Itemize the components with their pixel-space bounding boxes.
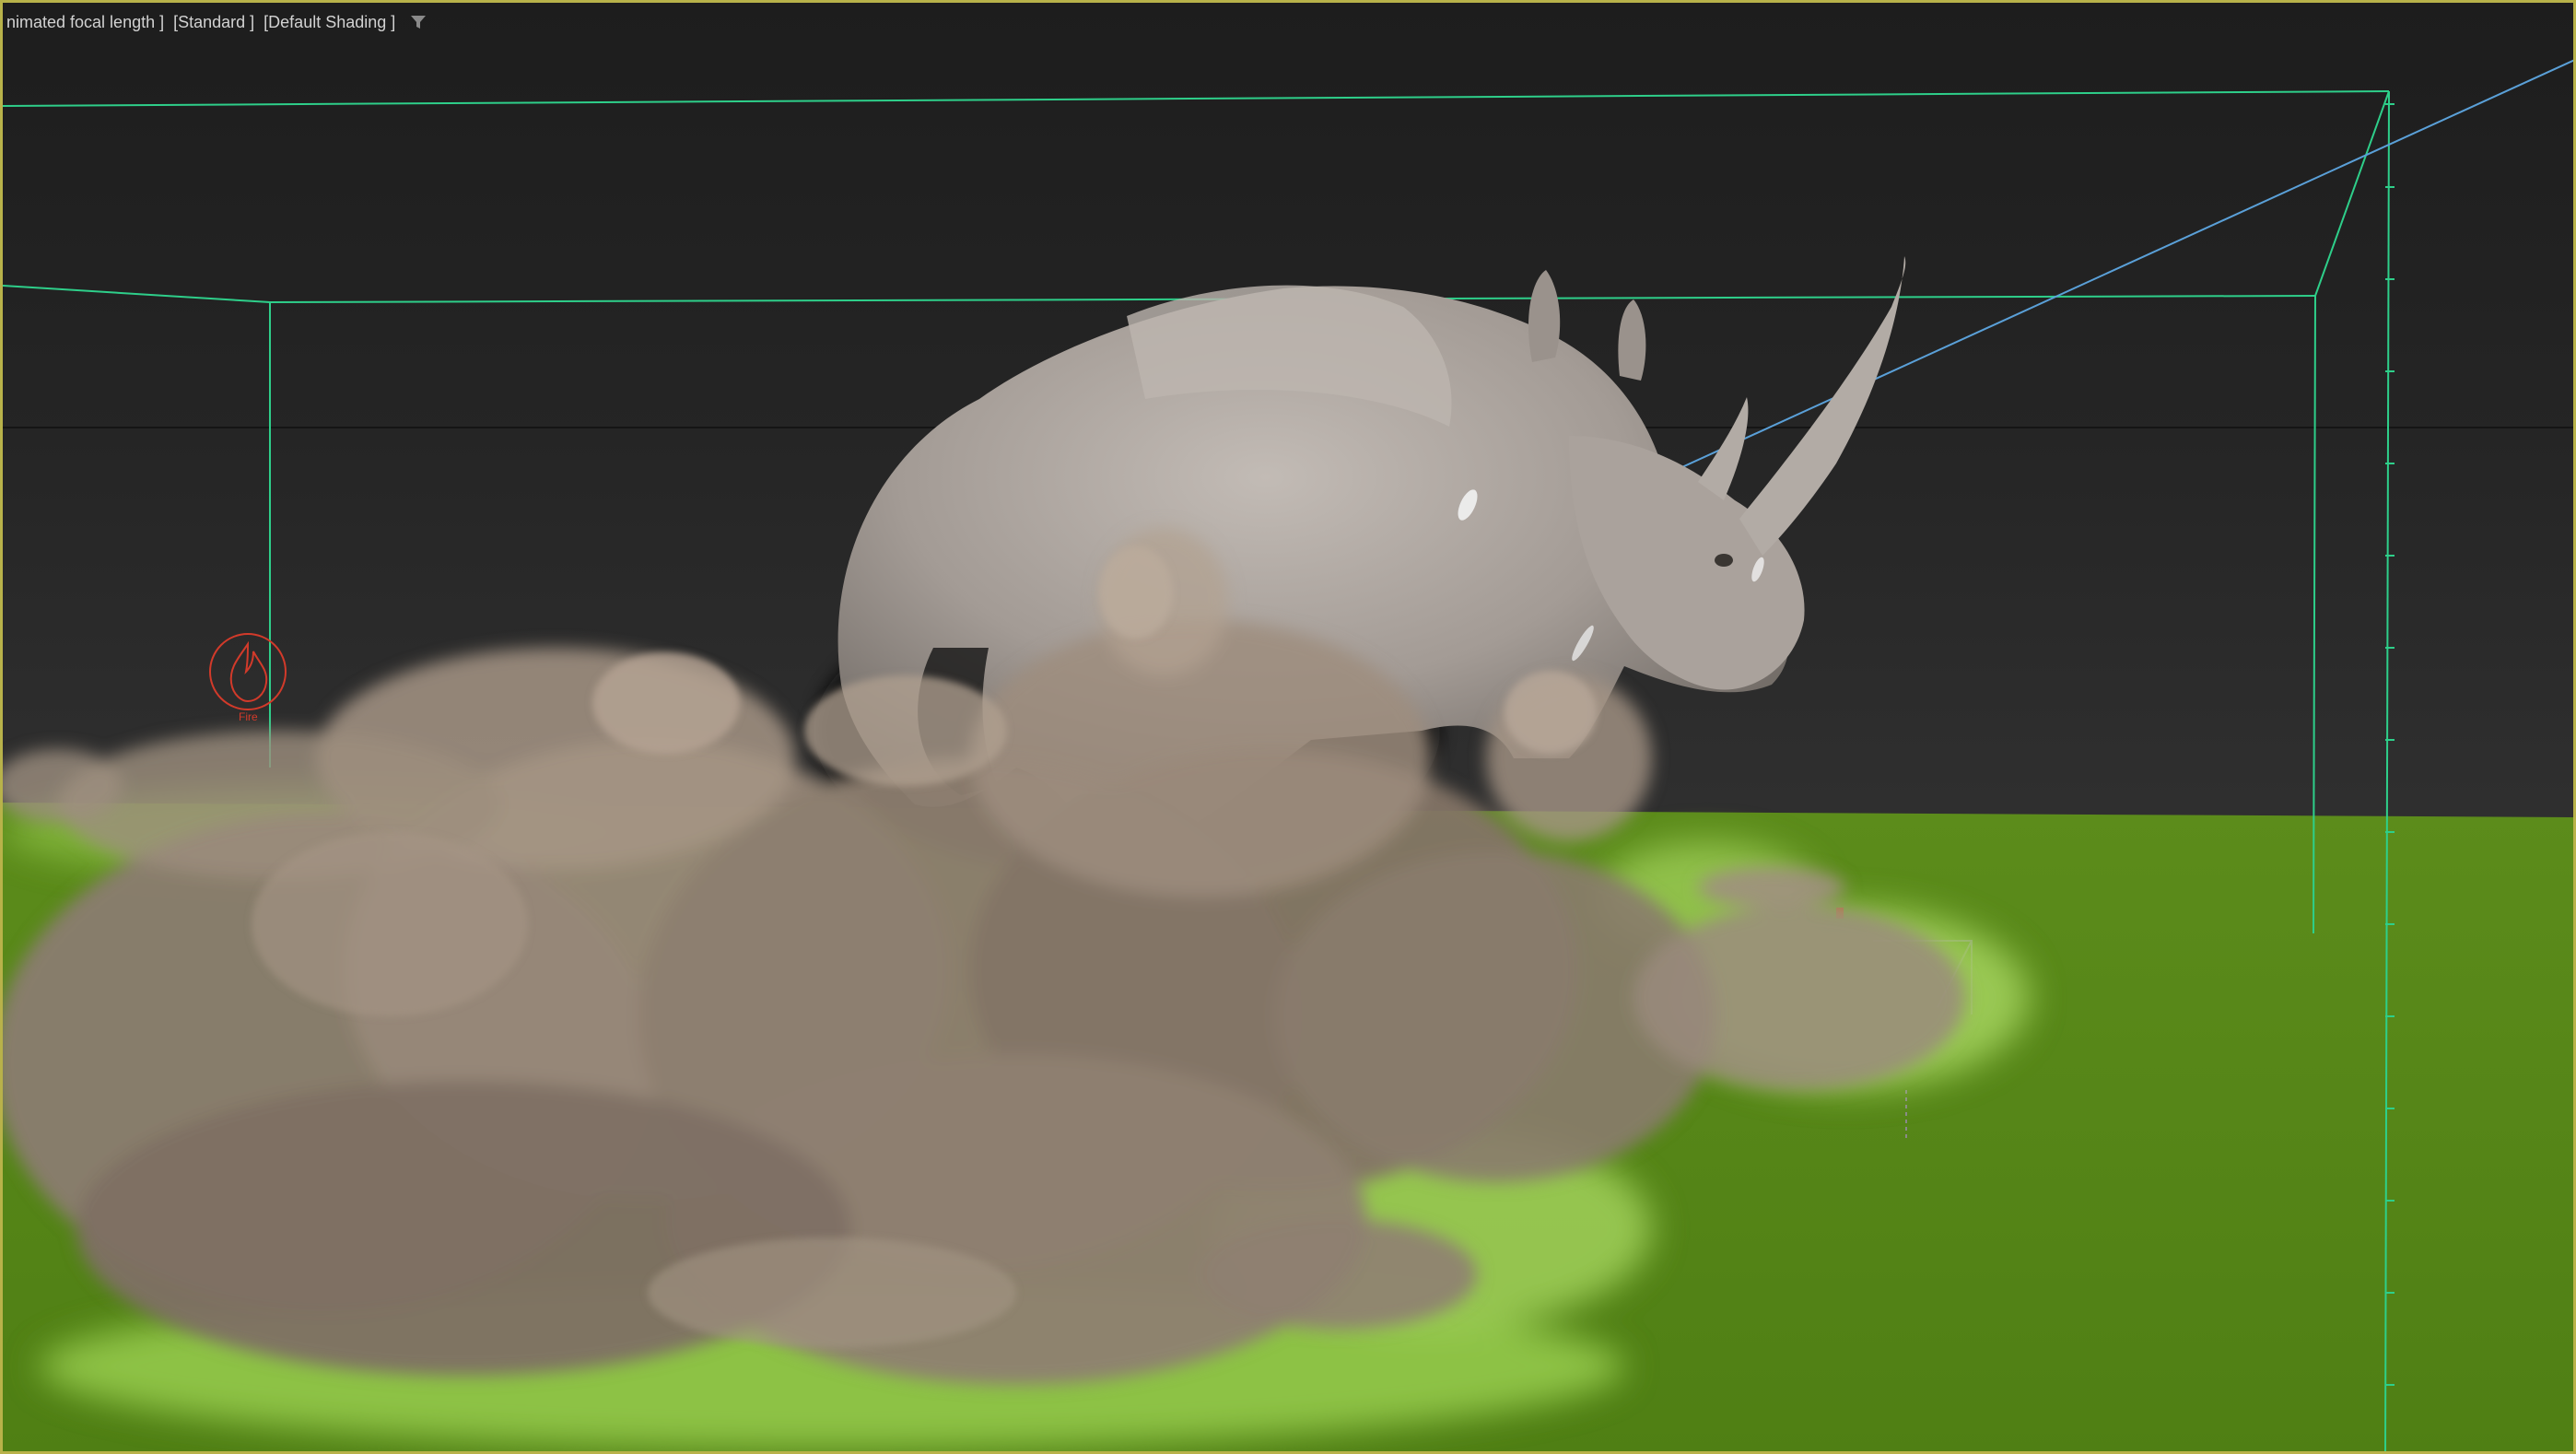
filter-funnel-icon[interactable] (410, 14, 427, 30)
fire-helper[interactable] (209, 633, 287, 710)
fire-icon (229, 640, 268, 703)
viewport-scene[interactable] (3, 3, 2576, 1454)
3d-viewport[interactable]: Fire nimated focal length ] [Standard ] … (0, 0, 2576, 1454)
viewport-camera-label[interactable]: nimated focal length ] (6, 13, 164, 32)
viewport-shading-label[interactable]: [Default Shading ] (263, 13, 395, 32)
viewport-label-menu[interactable]: nimated focal length ] [Standard ] [Defa… (6, 8, 427, 36)
viewport-render-mode-label[interactable]: [Standard ] (173, 13, 254, 32)
fire-helper-label: Fire (239, 710, 258, 723)
